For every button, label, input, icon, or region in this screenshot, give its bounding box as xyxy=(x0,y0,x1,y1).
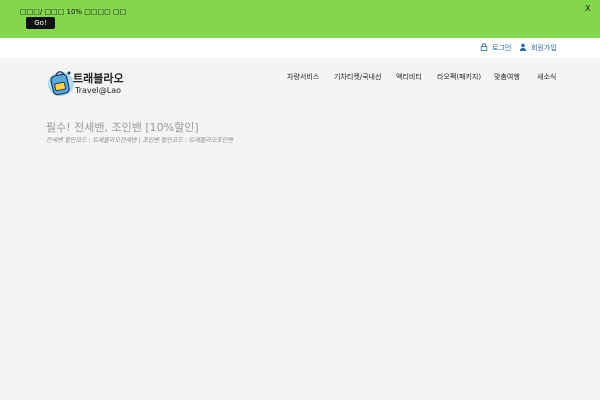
top-utility-bar: 로그인 회원가입 xyxy=(0,38,600,58)
nav-news[interactable]: 새소식 xyxy=(537,72,556,82)
signup-link[interactable]: 회원가입 xyxy=(519,43,557,53)
logo-text-korean: 트래블라오 xyxy=(73,72,124,85)
nav-activity[interactable]: 액티비티 xyxy=(396,72,422,82)
backpack-logo xyxy=(48,71,74,96)
nav-train-domestic[interactable]: 기차티켓/국내선 xyxy=(334,72,381,82)
login-label: 로그인 xyxy=(492,44,512,52)
promo-banner: □□□/ □□□ 10% □□□□ □□ Go! X xyxy=(0,0,600,38)
site-logo[interactable]: 트래블라오 Travel@Lao xyxy=(46,66,126,98)
nav-package[interactable]: 라오팩(패키지) xyxy=(437,72,481,82)
login-link[interactable]: 로그인 xyxy=(480,43,511,53)
close-icon[interactable]: X xyxy=(585,4,590,13)
page-subtitle: 전세밴 할인코드 : 트래블라오전세밴 | 조인밴 할인코드 : 트래블라오조인… xyxy=(46,137,233,144)
promo-banner-text: □□□/ □□□ 10% □□□□ □□ xyxy=(20,8,127,16)
site-header: 트래블라오 Travel@Lao 차량서비스 기차티켓/국내선 액티비티 라오팩… xyxy=(0,58,600,104)
logo-text-english: Travel@Lao xyxy=(75,86,122,95)
promo-go-button[interactable]: Go! xyxy=(26,17,55,29)
page-title: 필수! 전세밴, 조인밴 [10%할인] xyxy=(46,121,199,134)
user-icon xyxy=(519,43,527,51)
nav-custom-travel[interactable]: 맞춤여행 xyxy=(494,72,520,82)
nav-vehicle-service[interactable]: 차량서비스 xyxy=(287,72,319,82)
signup-label: 회원가입 xyxy=(531,44,557,52)
lock-icon xyxy=(480,43,488,51)
